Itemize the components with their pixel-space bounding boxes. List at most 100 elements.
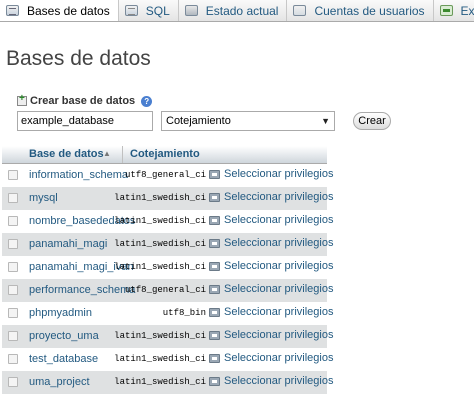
header-database-name[interactable]: Base de datos bbox=[29, 148, 104, 160]
table-row: panamahi_magi_ivan latin1_swedish_ci Selec… bbox=[2, 256, 333, 279]
row-checkbox[interactable] bbox=[8, 216, 18, 226]
chevron-down-icon: ▼ bbox=[321, 116, 330, 126]
database-name-input[interactable] bbox=[17, 111, 153, 131]
tab-sql[interactable]: SQL bbox=[119, 0, 179, 21]
table-row: nombre_basededatos latin1_swedish_ci Selec… bbox=[2, 210, 333, 233]
row-checkbox[interactable] bbox=[8, 239, 18, 249]
select-privileges-text: Seleccionar privilegios bbox=[224, 237, 334, 249]
select-privileges-link[interactable]: Seleccionar privilegios bbox=[209, 329, 333, 341]
top-tab-bar: Bases de datos SQL Estado actual Cuentas… bbox=[0, 0, 474, 22]
tab-user-accounts[interactable]: Cuentas de usuarios bbox=[287, 0, 434, 21]
collation-value: utf8_general_ci bbox=[124, 170, 206, 180]
row-checkbox[interactable] bbox=[8, 354, 18, 364]
collation-value: latin1_swedish_ci bbox=[114, 377, 206, 387]
table-row: panamahi_magi latin1_swedish_ci Selecciona… bbox=[2, 233, 333, 256]
database-name-link[interactable]: test_database bbox=[29, 353, 98, 365]
table-row: proyecto_uma latin1_swedish_ci Seleccionar… bbox=[2, 325, 333, 348]
select-privileges-link[interactable]: Seleccionar privilegios bbox=[209, 168, 333, 180]
collation-value: latin1_swedish_ci bbox=[114, 216, 206, 226]
row-checkbox[interactable] bbox=[8, 308, 18, 318]
database-name-link[interactable]: uma_project bbox=[29, 376, 90, 388]
privileges-icon bbox=[209, 215, 220, 225]
sql-icon bbox=[124, 5, 138, 16]
collation-select[interactable]: Cotejamiento ▼ bbox=[161, 111, 335, 131]
select-privileges-text: Seleccionar privilegios bbox=[224, 375, 334, 387]
collation-value: utf8_bin bbox=[162, 308, 206, 318]
select-privileges-text: Seleccionar privilegios bbox=[224, 283, 334, 295]
collation-value: latin1_swedish_ci bbox=[114, 239, 206, 249]
select-privileges-text: Seleccionar privilegios bbox=[224, 214, 334, 226]
export-icon bbox=[439, 5, 453, 16]
users-icon bbox=[293, 5, 307, 16]
collation-selected-value: Cotejamiento bbox=[166, 115, 231, 127]
select-privileges-text: Seleccionar privilegios bbox=[224, 352, 334, 364]
privileges-icon bbox=[209, 261, 220, 271]
database-table: Base de datos ▲ Cotejamiento information… bbox=[0, 146, 474, 394]
select-privileges-text: Seleccionar privilegios bbox=[224, 191, 334, 203]
database-icon bbox=[6, 5, 19, 16]
select-privileges-link[interactable]: Seleccionar privilegios bbox=[209, 306, 333, 318]
database-name-link[interactable]: phpmyadmin bbox=[29, 307, 92, 319]
select-privileges-link[interactable]: Seleccionar privilegios bbox=[209, 191, 333, 203]
tab-label: Cuentas de usuarios bbox=[314, 3, 425, 18]
help-icon[interactable]: ? bbox=[141, 95, 153, 107]
select-privileges-link[interactable]: Seleccionar privilegios bbox=[209, 260, 333, 272]
row-checkbox[interactable] bbox=[8, 377, 18, 387]
privileges-icon bbox=[209, 238, 220, 248]
tab-label: Estado actual bbox=[205, 3, 279, 18]
select-privileges-text: Seleccionar privilegios bbox=[224, 306, 334, 318]
sort-ascending-icon[interactable]: ▲ bbox=[103, 149, 111, 158]
table-row: information_schema utf8_general_ci Selecci… bbox=[2, 164, 333, 187]
collation-value: latin1_swedish_ci bbox=[114, 331, 206, 341]
select-privileges-link[interactable]: Seleccionar privilegios bbox=[209, 375, 333, 387]
create-database-text: Crear base de datos bbox=[30, 95, 136, 107]
select-privileges-link[interactable]: Seleccionar privilegios bbox=[209, 237, 333, 249]
header-collation[interactable]: Cotejamiento bbox=[130, 148, 200, 160]
row-checkbox[interactable] bbox=[8, 331, 18, 341]
database-name-link[interactable]: information_schema bbox=[29, 169, 128, 181]
privileges-icon bbox=[209, 376, 220, 386]
privileges-icon bbox=[209, 169, 220, 179]
row-checkbox[interactable] bbox=[8, 285, 18, 295]
select-privileges-link[interactable]: Seleccionar privilegios bbox=[209, 283, 333, 295]
select-privileges-text: Seleccionar privilegios bbox=[224, 168, 334, 180]
row-checkbox[interactable] bbox=[8, 193, 18, 203]
privileges-icon bbox=[209, 192, 220, 202]
database-name-link[interactable]: performance_schema bbox=[29, 284, 135, 296]
table-row: uma_project latin1_swedish_ci Seleccionar … bbox=[2, 371, 333, 394]
database-name-link[interactable]: mysql bbox=[29, 192, 58, 204]
tab-status[interactable]: Estado actual bbox=[179, 0, 288, 21]
table-row: phpmyadmin utf8_bin Seleccionar privilegio… bbox=[2, 302, 333, 325]
database-name-link[interactable]: panamahi_magi bbox=[29, 238, 107, 250]
row-checkbox[interactable] bbox=[8, 170, 18, 180]
page-title: Bases de datos bbox=[6, 47, 151, 70]
table-row: test_database latin1_swedish_ci Selecciona… bbox=[2, 348, 333, 371]
select-privileges-text: Seleccionar privilegios bbox=[224, 260, 334, 272]
collation-value: latin1_swedish_ci bbox=[114, 262, 206, 272]
create-button[interactable]: Crear bbox=[353, 112, 391, 130]
collation-value: latin1_swedish_ci bbox=[114, 193, 206, 203]
table-body: information_schema utf8_general_ci Selecci… bbox=[0, 164, 474, 394]
add-database-icon bbox=[17, 93, 27, 106]
tab-label: SQL bbox=[145, 3, 170, 18]
table-header: Base de datos ▲ Cotejamiento bbox=[2, 146, 327, 164]
table-row: performance_schema utf8_general_ci Selecci… bbox=[2, 279, 333, 302]
select-privileges-link[interactable]: Seleccionar privilegios bbox=[209, 214, 333, 226]
tab-label: Bases de datos bbox=[27, 3, 110, 18]
privileges-icon bbox=[209, 307, 220, 317]
select-privileges-text: Seleccionar privilegios bbox=[224, 329, 334, 341]
tab-databases[interactable]: Bases de datos bbox=[0, 0, 119, 21]
database-name-link[interactable]: proyecto_uma bbox=[29, 330, 99, 342]
privileges-icon bbox=[209, 353, 220, 363]
collation-value: latin1_swedish_ci bbox=[114, 354, 206, 364]
tab-label: Exportar bbox=[460, 3, 474, 18]
collation-value: utf8_general_ci bbox=[124, 285, 206, 295]
table-row: mysql latin1_swedish_ci Seleccionar privil… bbox=[2, 187, 333, 210]
row-checkbox[interactable] bbox=[8, 262, 18, 272]
tab-export[interactable]: Exportar bbox=[434, 0, 474, 21]
column-divider bbox=[122, 146, 123, 163]
status-icon bbox=[184, 5, 198, 16]
select-privileges-link[interactable]: Seleccionar privilegios bbox=[209, 352, 333, 364]
create-database-label: Crear base de datos ? bbox=[17, 93, 153, 107]
privileges-icon bbox=[209, 284, 220, 294]
